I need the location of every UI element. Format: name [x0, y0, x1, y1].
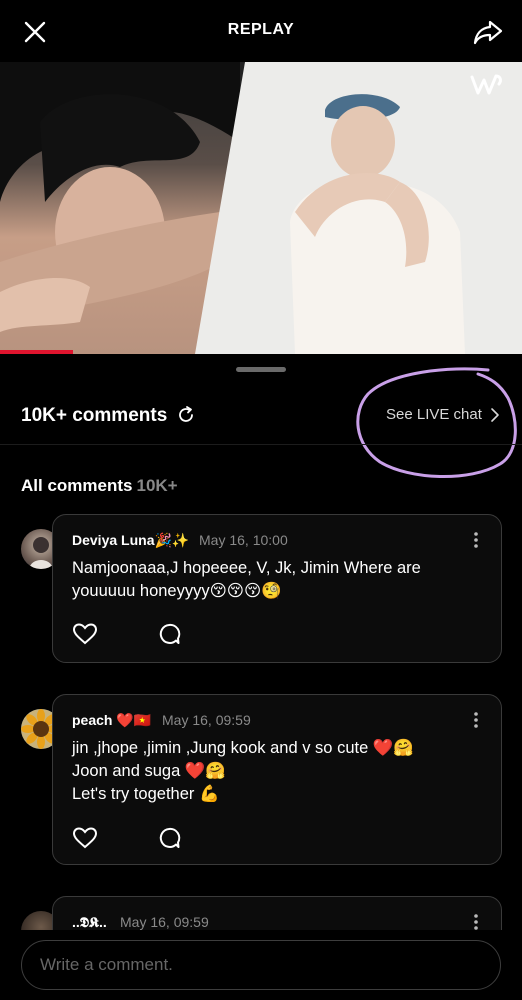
comment-date: May 16, 09:59	[162, 712, 251, 728]
comments-count: 10K+ comments	[21, 405, 168, 426]
comment-line: Namjoonaaa,J hopeeee, V, Jk, Jimin Where…	[72, 559, 421, 577]
video-progress-bar[interactable]	[0, 350, 74, 354]
video-player[interactable]	[0, 62, 522, 354]
top-bar: REPLAY	[0, 0, 522, 62]
comment-date: May 16, 10:00	[199, 532, 288, 548]
comment-line: jin ,jhope ,jimin ,Jung kook and v so cu…	[72, 739, 414, 757]
heart-icon[interactable]	[72, 622, 98, 646]
reply-icon[interactable]	[157, 622, 181, 646]
share-icon[interactable]	[472, 17, 504, 47]
comment-input-container	[21, 940, 501, 990]
comment-author[interactable]: peach ❤️🇻🇳	[72, 712, 151, 729]
all-comments-count: 10K+	[136, 476, 178, 495]
drag-handle[interactable]	[236, 367, 286, 372]
annotation-circle	[356, 367, 517, 478]
all-comments-heading: All comments 10K+	[21, 476, 178, 496]
comment-line: youuuuu honeyyyy😚😚😚🧐	[72, 582, 282, 600]
comment-line: Let's try together 💪	[72, 785, 220, 803]
heart-icon[interactable]	[72, 826, 98, 850]
page-title: REPLAY	[227, 21, 295, 38]
more-options-icon[interactable]	[473, 913, 479, 931]
comment-line: Joon and suga ❤️🤗	[72, 762, 226, 780]
comment-card: peach ❤️🇻🇳 May 16, 09:59 jin ,jhope ,jim…	[52, 694, 502, 865]
comment-text: jin ,jhope ,jimin ,Jung kook and v so cu…	[72, 737, 414, 806]
weverse-logo-icon	[470, 74, 502, 95]
comment-input[interactable]	[40, 941, 480, 989]
more-options-icon[interactable]	[473, 531, 479, 549]
all-comments-label: All comments	[21, 476, 133, 495]
reply-icon[interactable]	[157, 826, 181, 850]
comment-text: Namjoonaaa,J hopeeee, V, Jk, Jimin Where…	[72, 557, 421, 603]
comment-card: Deviya Luna🎉✨ May 16, 10:00 Namjoonaaa,J…	[52, 514, 502, 663]
comment-date: May 16, 09:59	[120, 914, 209, 930]
comment-author[interactable]: ..𝕯𝕶..	[72, 914, 107, 931]
section-divider	[0, 444, 522, 445]
video-right-frame	[195, 62, 522, 354]
see-live-chat-link[interactable]: See LIVE chat	[386, 406, 482, 423]
chevron-right-icon[interactable]	[490, 407, 500, 423]
comment-author[interactable]: Deviya Luna🎉✨	[72, 532, 189, 549]
more-options-icon[interactable]	[473, 711, 479, 729]
refresh-icon[interactable]	[176, 405, 196, 425]
